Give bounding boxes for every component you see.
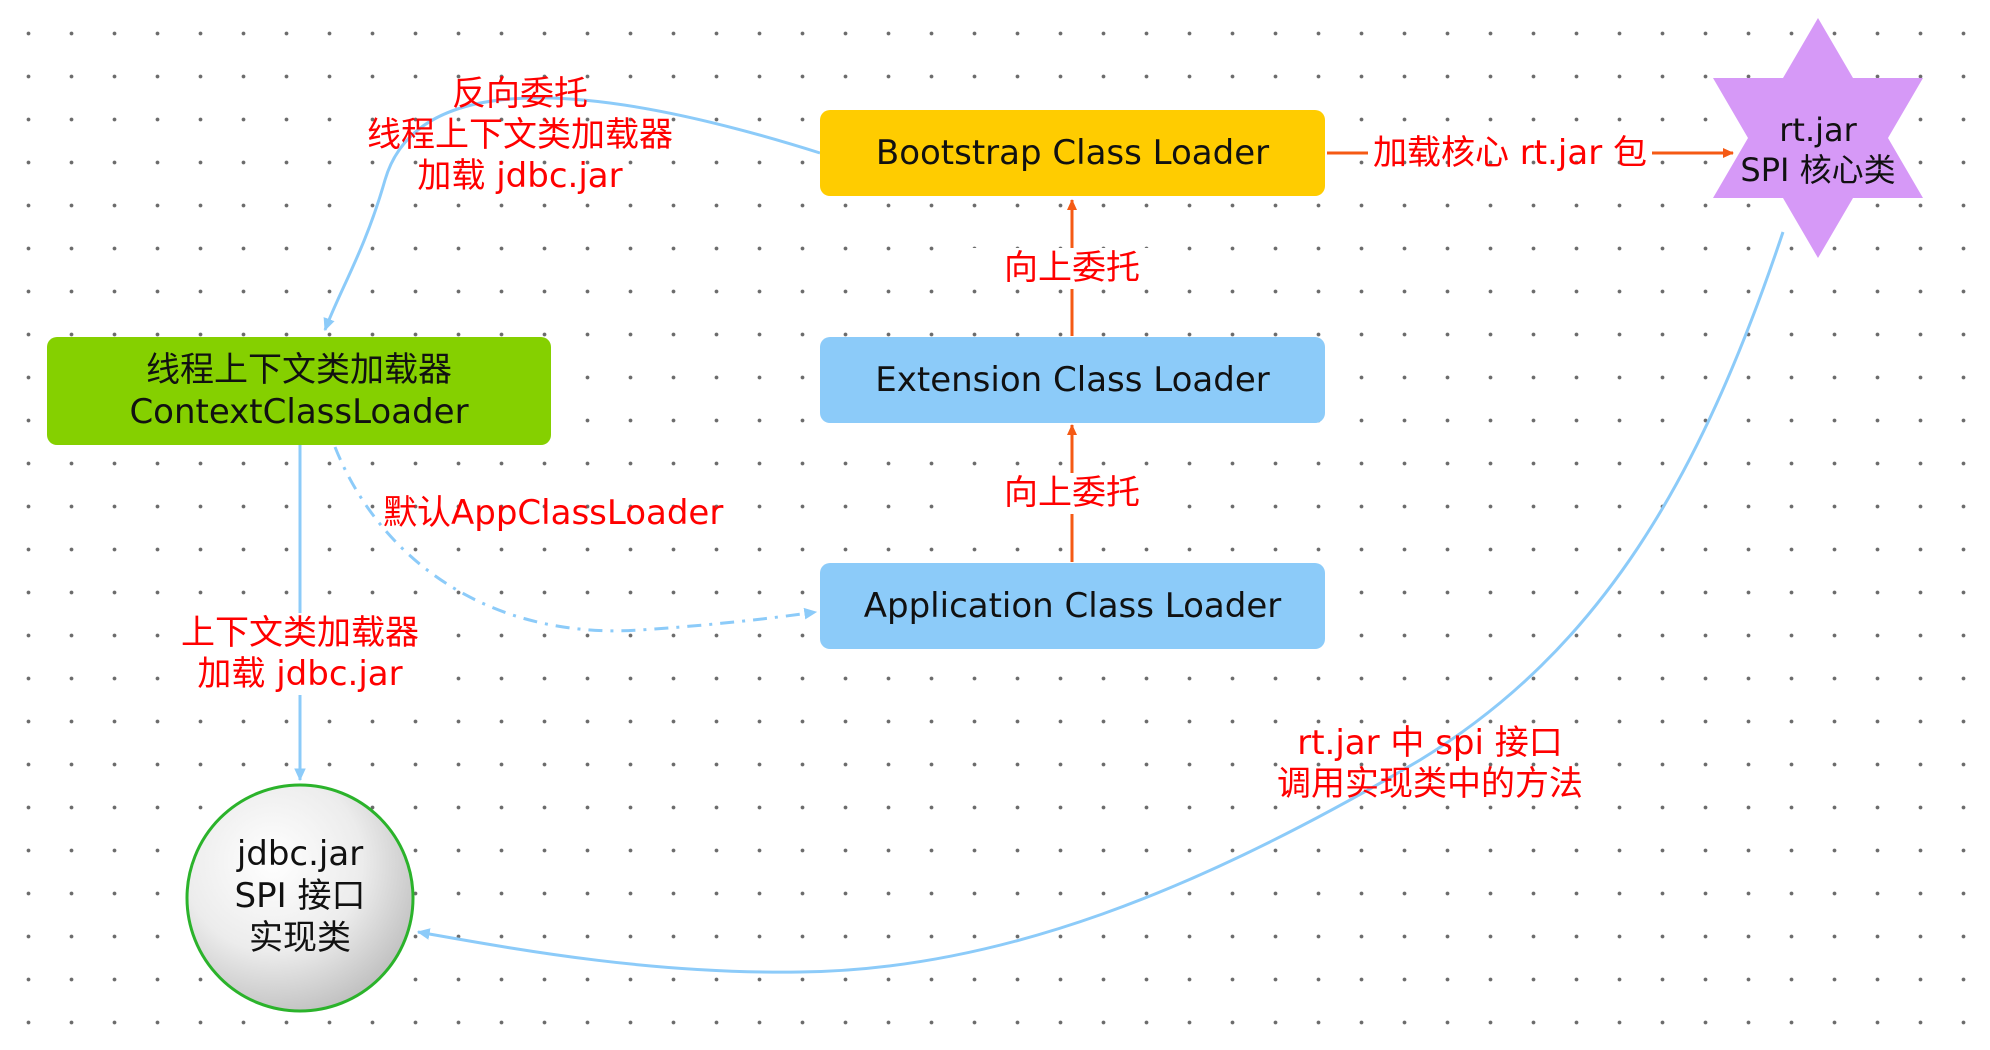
default-app-loader-label: 默认AppClassLoader [383,493,724,533]
context-class-loader-line2: ContextClassLoader [129,392,469,432]
up-delegate-label-top: 向上委托 [972,248,1172,289]
spi-call-label: rt.jar 中 spi 接口 调用实现类中的方法 [1277,723,1583,804]
bootstrap-class-loader-label: Bootstrap Class Loader [875,133,1270,173]
jdbc-line3: 实现类 [249,918,351,958]
jdbc-line2: SPI 接口 [234,876,366,916]
rt-jar-line2: SPI 核心类 [1740,151,1896,189]
context-class-loader-node[interactable]: 线程上下文类加载器 ContextClassLoader [47,337,551,445]
up-delegate-label-bottom: 向上委托 [972,473,1172,514]
jdbc-spi-impl-node[interactable]: jdbc.jar SPI 接口 实现类 [195,833,405,959]
context-class-loader-line1: 线程上下文类加载器 [146,350,452,390]
extension-class-loader-node[interactable]: Extension Class Loader [820,337,1325,423]
edge-default-app-loader [333,446,818,633]
reverse-delegation-label: 反向委托 线程上下文类加载器 加载 jdbc.jar [367,74,673,196]
application-class-loader-node[interactable]: Application Class Loader [820,563,1325,649]
application-class-loader-label: Application Class Loader [863,586,1282,626]
jdbc-line1: jdbc.jar [236,834,364,874]
rt-jar-spi-node[interactable]: rt.jar SPI 核心类 [1718,110,1918,190]
context-load-jdbc-label: 上下文类加载器 加载 jdbc.jar [160,613,440,695]
load-core-label: 加载核心 rt.jar 包 [1373,133,1647,173]
bootstrap-class-loader-node[interactable]: Bootstrap Class Loader [820,110,1325,196]
extension-class-loader-label: Extension Class Loader [875,360,1270,400]
rt-jar-line1: rt.jar [1779,111,1857,149]
